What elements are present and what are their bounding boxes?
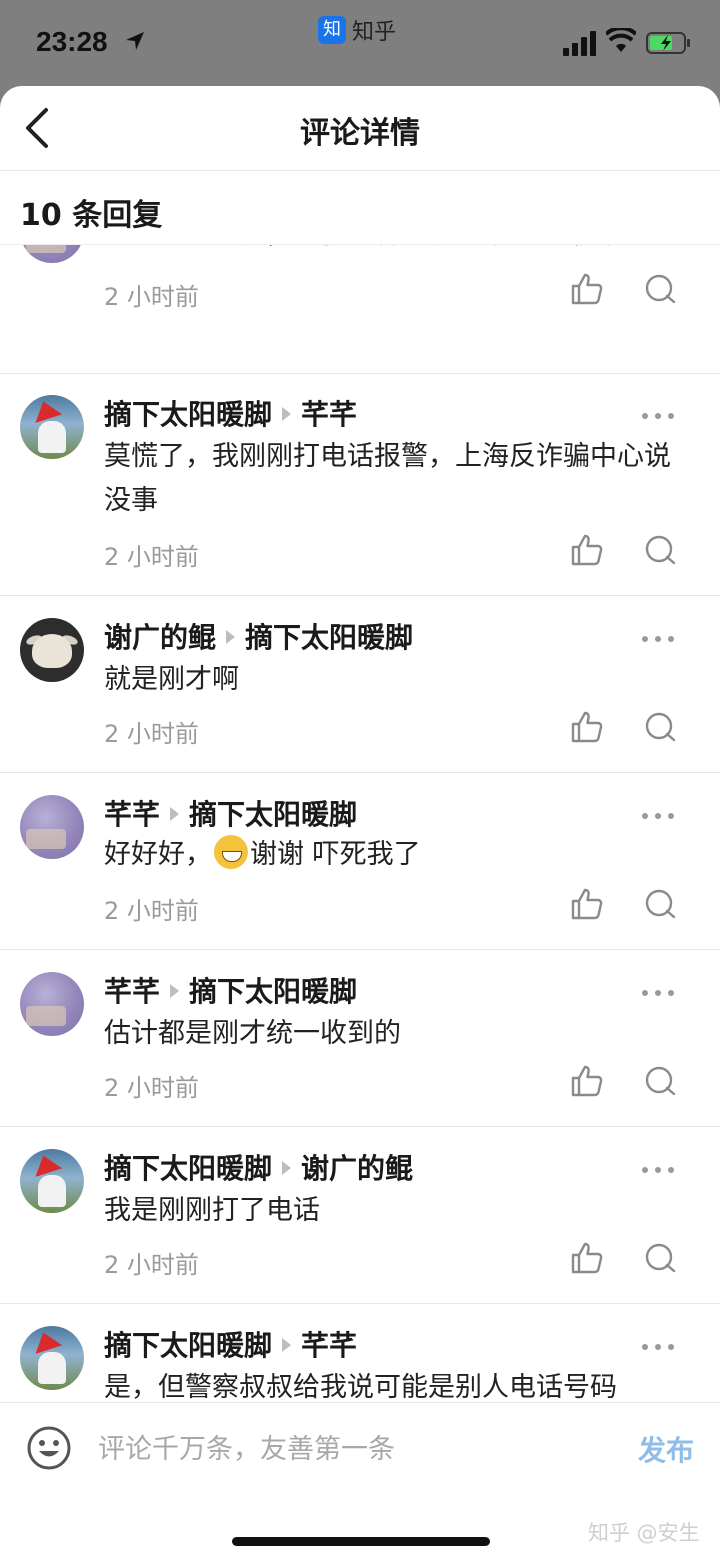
comment-time: 2 小时前 (104, 720, 199, 748)
reply-arrow-icon (170, 984, 180, 998)
reply-to-name[interactable]: 摘下太阳暖脚 (189, 975, 357, 1008)
avatar[interactable] (20, 1326, 84, 1390)
comment-item: 摘下太阳暖脚 芊芊 莫慌了，我刚刚打电话报警，上海反诈骗中心说没事 2 小时前 (0, 373, 720, 596)
comment-text: 好好好， 谢谢 吓死我了 (104, 833, 684, 877)
avatar[interactable] (20, 1149, 84, 1213)
battery-charging-icon (646, 32, 690, 54)
more-options-icon[interactable] (640, 988, 676, 998)
comment-text: 我刚点了提交，找移动客服说查不了 好慌啊 (104, 245, 684, 257)
like-thumb-icon[interactable] (570, 887, 604, 921)
reply-to-name[interactable]: 芊芊 (301, 1329, 357, 1362)
reply-to-name[interactable]: 摘下太阳暖脚 (245, 621, 413, 654)
comment-text: 莫慌了，我刚刚打电话报警，上海反诈骗中心说没事 (104, 441, 671, 516)
comment-text: 估计都是刚才统一收到的 (104, 1018, 401, 1049)
comment-text: 我是刚刚打了电话 (104, 1195, 320, 1226)
comment-item: 芊芊 摘下太阳暖脚 好好好， 谢谢 吓死我了 2 小时前 (0, 773, 720, 950)
avatar[interactable] (20, 395, 84, 459)
comment-time: 2 小时前 (104, 283, 199, 311)
reply-arrow-icon (282, 1161, 292, 1175)
comment-authors: 谢广的鲲 摘下太阳暖脚 (104, 616, 413, 656)
reply-to-name[interactable]: 摘下太阳暖脚 (189, 798, 357, 831)
comment-authors: 摘下太阳暖脚 芊芊 (104, 393, 357, 433)
status-bar: 23:28 知 知乎 (0, 0, 720, 86)
reply-bubble-icon[interactable] (644, 711, 676, 743)
reply-arrow-icon (282, 407, 292, 421)
reply-bubble-icon[interactable] (644, 888, 676, 920)
reply-arrow-icon (282, 1338, 292, 1352)
author-name[interactable]: 谢广的鲲 (104, 621, 216, 654)
comment-text: 是，但警察叔叔给我说可能是别人电话号码 (104, 1372, 617, 1402)
comment-time: 2 小时前 (104, 897, 199, 925)
author-name[interactable]: 芊芊 (104, 798, 160, 831)
author-name[interactable]: 摘下太阳暖脚 (104, 398, 272, 431)
comment-list[interactable]: 我刚点了提交，找移动客服说查不了 好慌啊 2 小时前 摘下太阳暖脚芊芊 莫慌了，… (0, 245, 720, 1402)
app-icon: 知 (318, 16, 346, 44)
reply-bubble-icon[interactable] (644, 1242, 676, 1274)
status-time: 23:28 (36, 26, 108, 57)
reply-arrow-icon (226, 630, 236, 644)
author-name[interactable]: 摘下太阳暖脚 (104, 1329, 272, 1362)
emoji-smile-icon[interactable] (26, 1425, 72, 1471)
comment-authors: 摘下太阳暖脚 谢广的鲲 (104, 1147, 413, 1187)
author-name[interactable]: 芊芊 (104, 975, 160, 1008)
nav-bar: 评论详情 (0, 86, 720, 171)
comment-authors: 芊芊 摘下太阳暖脚 (104, 970, 357, 1010)
reply-count: 10 条回复 (20, 198, 163, 233)
comment-item: 摘下太阳暖脚 谢广的鲲 我是刚刚打了电话 2 小时前 (0, 1127, 720, 1304)
comment-item: 我刚点了提交，找移动客服说查不了 好慌啊 2 小时前 (0, 245, 720, 374)
location-arrow-icon (126, 32, 144, 50)
author-name[interactable]: 摘下太阳暖脚 (104, 1152, 272, 1185)
comment-text-part: 谢谢 吓死我了 (250, 839, 421, 870)
grinning-emoji-icon (214, 835, 248, 869)
cellular-signal-icon (563, 31, 596, 56)
like-thumb-icon[interactable] (570, 1241, 604, 1275)
like-thumb-icon[interactable] (570, 710, 604, 744)
comment-input[interactable] (98, 1427, 578, 1471)
comment-time: 2 小时前 (104, 1074, 199, 1102)
comment-item: 谢广的鲲 摘下太阳暖脚 就是刚才啊 2 小时前 (0, 596, 720, 773)
app-badge: 知 知乎 (318, 14, 396, 46)
comment-authors: 芊芊 摘下太阳暖脚 (104, 793, 357, 833)
more-options-icon[interactable] (640, 1342, 676, 1352)
avatar[interactable] (20, 972, 84, 1036)
comment-time: 2 小时前 (104, 1251, 199, 1279)
app-name: 知乎 (352, 20, 397, 45)
like-thumb-icon[interactable] (570, 533, 604, 567)
avatar[interactable] (20, 245, 84, 263)
reply-to-name[interactable]: 芊芊 (301, 398, 357, 431)
reply-bubble-icon[interactable] (644, 534, 676, 566)
more-options-icon[interactable] (640, 1165, 676, 1175)
comment-text: 就是刚才啊 (104, 664, 239, 695)
reply-arrow-icon (170, 807, 180, 821)
home-indicator[interactable] (232, 1537, 490, 1546)
like-thumb-icon[interactable] (570, 1064, 604, 1098)
more-options-icon[interactable] (640, 811, 676, 821)
avatar[interactable] (20, 795, 84, 859)
avatar[interactable] (20, 618, 84, 682)
wifi-icon (606, 28, 636, 52)
reply-bubble-icon[interactable] (644, 273, 676, 305)
comment-composer: 发布 知乎 @安生 (0, 1402, 720, 1559)
publish-button[interactable]: 发布 (638, 1429, 694, 1469)
reply-bubble-icon[interactable] (644, 1065, 676, 1097)
comment-detail-sheet: 评论详情 10 条回复 我刚点了提交，找移动客服说查不了 好慌啊 2 小时前 摘… (0, 86, 720, 1559)
more-options-icon[interactable] (640, 634, 676, 644)
comment-authors: 摘下太阳暖脚 芊芊 (104, 1324, 357, 1364)
more-options-icon[interactable] (640, 411, 676, 421)
comment-time: 2 小时前 (104, 543, 199, 571)
comment-item: 芊芊 摘下太阳暖脚 估计都是刚才统一收到的 2 小时前 (0, 950, 720, 1127)
comment-text-part: 好好好， (104, 839, 212, 870)
page-title: 评论详情 (300, 116, 420, 151)
reply-to-name[interactable]: 谢广的鲲 (301, 1152, 413, 1185)
watermark: 知乎 @安生 (588, 1521, 700, 1545)
comment-item: 摘下太阳暖脚 芊芊 是，但警察叔叔给我说可能是别人电话号码 (0, 1304, 720, 1402)
like-thumb-icon[interactable] (570, 272, 604, 306)
